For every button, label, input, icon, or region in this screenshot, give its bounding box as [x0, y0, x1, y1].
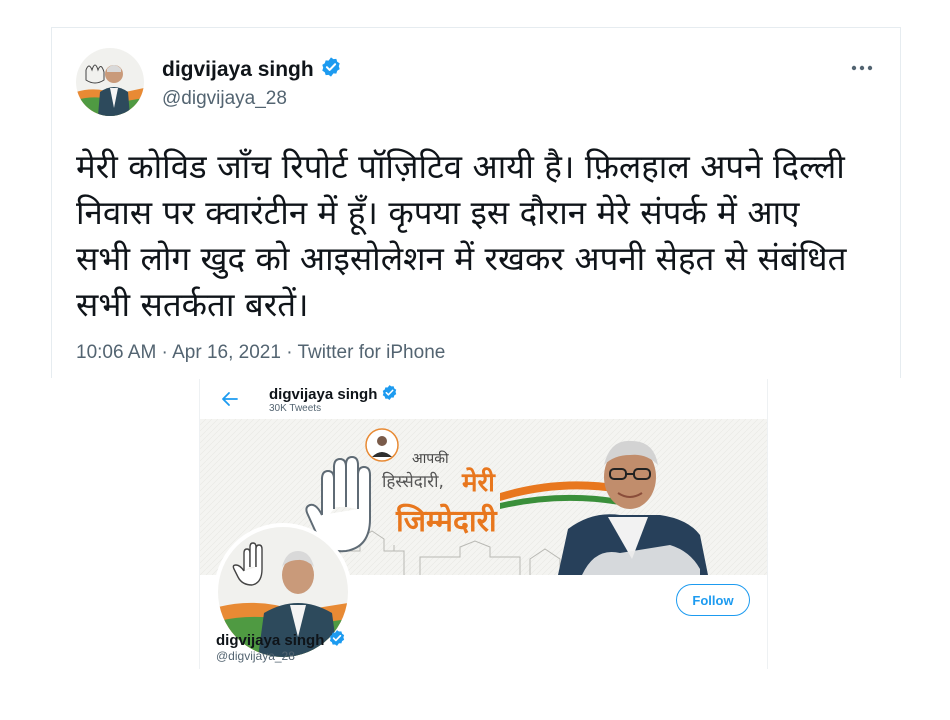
verified-badge-icon	[328, 629, 346, 651]
profile-topbar: digvijaya singh 30K Tweets	[200, 379, 767, 419]
banner-line2: हिस्सेदारी,	[382, 471, 444, 492]
banner-line3: मेरी	[461, 467, 496, 498]
tweet-date[interactable]: Apr 16, 2021	[172, 342, 281, 363]
header-name: digvijaya singh	[269, 386, 378, 403]
author-name[interactable]: digvijaya singh	[162, 58, 314, 82]
verified-badge-icon	[320, 56, 342, 83]
author-avatar[interactable]	[76, 48, 144, 116]
author-name-row[interactable]: digvijaya singh	[162, 56, 342, 83]
profile-card: digvijaya singh 30K Tweets आपकी हिस्सेदा…	[199, 379, 768, 669]
header-name-row: digvijaya singh	[269, 384, 398, 405]
tweet-count: 30K Tweets	[269, 403, 322, 414]
meta-separator: ·	[280, 342, 298, 363]
verified-badge-icon	[381, 384, 398, 405]
meta-separator: ·	[156, 342, 173, 363]
profile-handle: @digvijaya_28	[216, 649, 295, 663]
tweet-card: digvijaya singh @digvijaya_28 मेरी कोविड…	[51, 27, 901, 378]
tweet-source[interactable]: Twitter for iPhone	[297, 342, 445, 363]
profile-name-row: digvijaya singh	[216, 629, 346, 651]
tweet-meta: 10:06 AM · Apr 16, 2021 · Twitter for iP…	[76, 342, 445, 364]
author-handle[interactable]: @digvijaya_28	[162, 88, 287, 110]
follow-button[interactable]: Follow	[676, 584, 750, 616]
banner-line4: जिम्मेदारी	[395, 503, 498, 539]
more-horizontal-icon[interactable]	[850, 54, 874, 76]
profile-name: digvijaya singh	[216, 631, 325, 649]
arrow-left-icon[interactable]	[220, 389, 240, 414]
banner-line1: आपकी	[412, 450, 449, 467]
tweet-time[interactable]: 10:06 AM	[76, 342, 156, 363]
tweet-text: मेरी कोविड जाँच रिपोर्ट पॉज़िटिव आयी है।…	[76, 147, 847, 324]
